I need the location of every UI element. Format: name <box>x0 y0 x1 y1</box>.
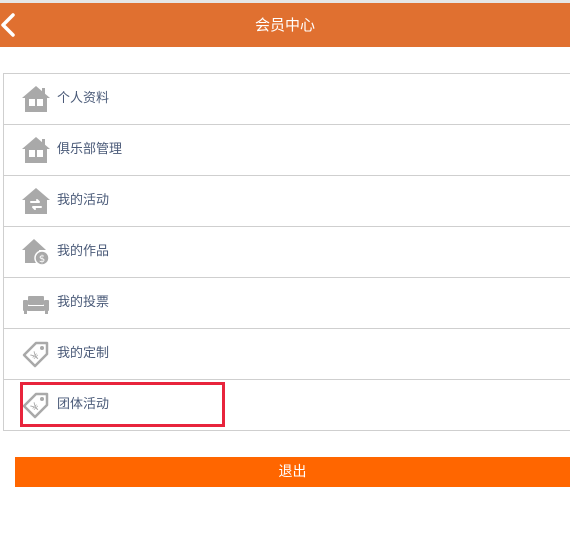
svg-text:$: $ <box>39 254 45 265</box>
house-icon <box>22 86 50 112</box>
menu-item-my-votes[interactable]: 我的投票 <box>4 278 570 329</box>
menu-item-label: 俱乐部管理 <box>57 142 123 157</box>
menu-item-my-works[interactable]: $ 我的作品 <box>4 227 570 278</box>
house-icon <box>22 137 50 163</box>
page-header: 会员中心 <box>0 3 570 47</box>
menu-item-label: 我的投票 <box>57 295 110 310</box>
price-tag-icon: ¥ <box>22 341 49 368</box>
menu-item-my-activities[interactable]: 我的活动 <box>4 176 570 227</box>
price-tag-icon: ¥ <box>22 392 49 419</box>
sofa-icon <box>23 296 49 314</box>
chevron-left-icon <box>1 13 15 37</box>
menu-item-label: 个人资料 <box>57 91 110 106</box>
menu-item-label: 我的活动 <box>57 193 110 208</box>
menu-item-group-activities[interactable]: ¥ 团体活动 <box>4 380 570 431</box>
house-exchange-icon <box>22 188 50 214</box>
member-menu-list: 个人资料 俱乐部管理 我的活动 $ 我的作品 我的投票 ¥ 我的定制 ¥ 团体活… <box>3 73 570 431</box>
menu-item-my-customization[interactable]: ¥ 我的定制 <box>4 329 570 380</box>
menu-item-label: 团体活动 <box>57 397 110 412</box>
menu-item-label: 我的定制 <box>57 346 110 361</box>
menu-item-profile[interactable]: 个人资料 <box>4 74 570 125</box>
logout-button[interactable]: 退出 <box>15 457 570 487</box>
house-money-icon: $ <box>22 239 50 266</box>
menu-item-club-management[interactable]: 俱乐部管理 <box>4 125 570 176</box>
page-title: 会员中心 <box>254 16 315 34</box>
menu-item-label: 我的作品 <box>57 244 110 259</box>
back-button[interactable] <box>0 3 28 47</box>
